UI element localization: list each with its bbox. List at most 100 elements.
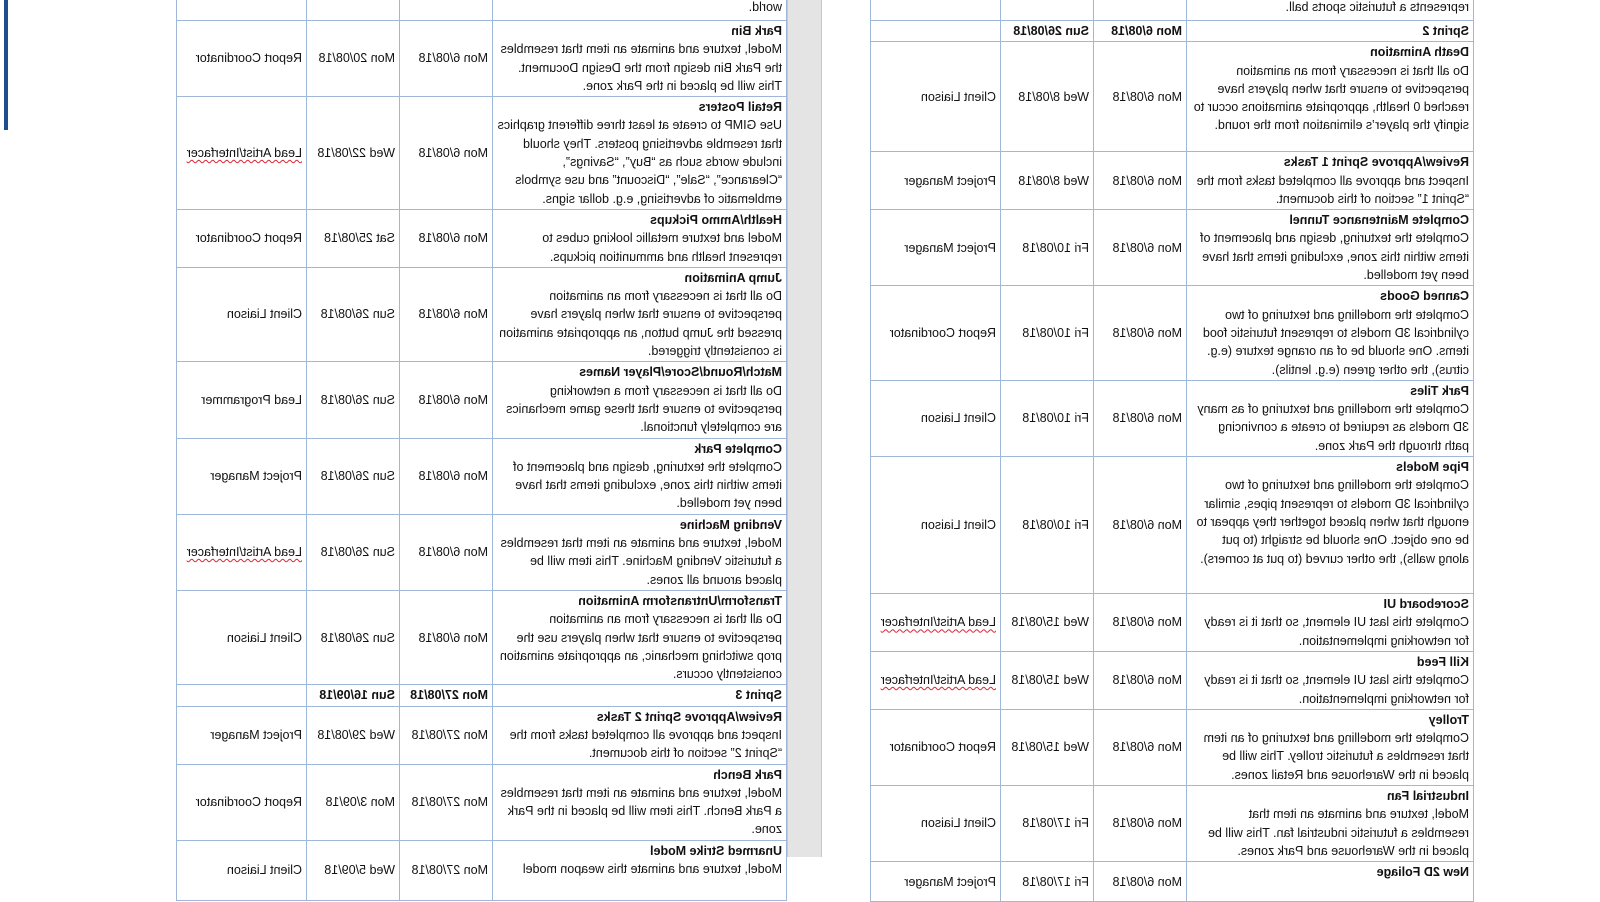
task-title: Match/Round/Score/Player Names [579, 365, 782, 380]
task-description: Complete the modelling and texturing of … [1203, 731, 1469, 782]
role-text: Report Coordinator [195, 51, 302, 66]
end-date: Wed 5/09/18 [306, 840, 400, 901]
role-text: Report Coordinator [889, 325, 996, 340]
role-text: Client Liaison [920, 411, 996, 426]
task-description: Model, texture and animate this weapon m… [522, 862, 782, 877]
task-cell: Match/Round/Score/Player Names Do all tha… [492, 361, 787, 439]
start-date: Mon 27/08/18 [399, 840, 493, 901]
document-viewport: represents a futuristic sports ball. Spri… [0, 0, 1600, 902]
assigned-role: Client Liaison [176, 590, 307, 685]
task-row: Death Animation Do all that is necessary … [870, 41, 1474, 152]
start-date: Mon 6/08/18 [399, 209, 493, 268]
task-description: Complete the texturing, design and place… [1200, 231, 1469, 283]
task-row: Unarmed Strike Model Model, texture and a… [176, 840, 787, 901]
page-gutter [787, 0, 822, 857]
task-title: Retail Posters [698, 100, 782, 115]
start-date: Mon 6/08/18 [399, 96, 493, 210]
task-description: Do all that is necessary from an animati… [1193, 63, 1469, 133]
end-date: Sun 26/08/18 [306, 267, 400, 362]
end-date: Fri 17/08/18 [1000, 785, 1094, 862]
end-date: Mon 3/09/18 [306, 764, 400, 841]
task-cell: Transform/Untransform Animation Do all th… [492, 590, 787, 685]
role-cell [870, 20, 1001, 42]
start-date: Mon 27/08/18 [399, 706, 493, 765]
task-row: Review/Approve Sprint 2 Tasks Inspect and… [176, 706, 787, 765]
start-date: Mon 6/08/18 [1093, 151, 1187, 210]
assigned-role: Client Liaison [176, 267, 307, 362]
role-cell [870, 0, 1001, 21]
task-row: New 2D Foliage Mon 6/08/18 Fri 17/08/18 Pro… [870, 861, 1474, 902]
start-date: Mon 6/08/18 [1093, 209, 1187, 286]
end-date: Wed 15/08/18 [1000, 593, 1094, 652]
task-description: Inspect and approve all completed tasks … [509, 727, 782, 761]
task-title: Review/Approve Sprint 2 Tasks [596, 709, 782, 724]
task-title: Park Tiles [1410, 383, 1469, 398]
start-date: Mon 6/08/18 [1093, 41, 1187, 152]
task-row: Vending Machine Model, texture and animat… [176, 514, 787, 591]
assigned-role: Client Liaison [870, 380, 1001, 457]
start-date: Mon 6/08/18 [1093, 380, 1187, 457]
task-row: Transform/Untransform Animation Do all th… [176, 590, 787, 685]
role-text: Lead Programmer [201, 392, 302, 407]
task-row: Park Bin Model, texture and animate an it… [176, 20, 787, 97]
task-cell: Park Bin Model, texture and animate an it… [492, 20, 787, 97]
task-description: Do all that is necessary from an animati… [499, 612, 782, 682]
task-row: Retail Posters Use GIMP to create at leas… [176, 96, 787, 210]
sprint-start-date: Mon 6/08/18 [1093, 20, 1187, 42]
role-text: Lead Artist/Interfacer [880, 615, 996, 630]
role-text: Project Manager [210, 727, 302, 742]
assigned-role: Project Manager [870, 151, 1001, 210]
table-row: world. [176, 0, 787, 21]
role-text: Lead Artist/Interfacer [880, 673, 996, 688]
end-date: Wed 15/08/18 [1000, 651, 1094, 710]
assigned-role: Project Manager [176, 438, 307, 515]
start-date: Mon 27/08/18 [399, 764, 493, 841]
end-date: Fri 10/08/18 [1000, 285, 1094, 381]
role-text: Project Manager [904, 240, 996, 255]
scrollbar-thumb[interactable] [4, 0, 8, 130]
task-title: Park Bin [731, 24, 782, 38]
task-description: Complete the modelling and texturing of … [1196, 478, 1469, 566]
task-row: Health/Ammo Pickups Model and texture met… [176, 209, 787, 268]
end-date: Wed 15/08/18 [1000, 709, 1094, 786]
assigned-role: Report Coordinator [870, 285, 1001, 381]
task-row: Jump Animation Do all that is necessary f… [176, 267, 787, 362]
task-cell: Vending Machine Model, texture and animat… [492, 514, 787, 591]
end-date: Sun 26/08/18 [306, 590, 400, 685]
start-date: Mon 6/08/18 [399, 438, 493, 515]
row-fragment-text: world. [748, 0, 782, 14]
start-date: Mon 6/08/18 [399, 590, 493, 685]
task-cell: Health/Ammo Pickups Model and texture met… [492, 209, 787, 268]
task-title: Unarmed Strike Model [650, 843, 782, 858]
end-date: Wed 22/08/18 [306, 96, 400, 210]
end-cell [306, 0, 400, 21]
task-cell: Complete Maintenance Tunnel Complete the … [1186, 209, 1474, 286]
end-date: Fri 17/08/18 [1000, 861, 1094, 902]
role-text: Lead Artist/Interfacer [186, 545, 302, 560]
vertical-scrollbar[interactable] [0, 0, 12, 857]
task-cell: Complete Park Complete the texturing, des… [492, 438, 787, 515]
task-description: Inspect and approve all completed tasks … [1196, 173, 1469, 206]
task-title: Complete Maintenance Tunnel [1289, 213, 1469, 228]
end-date: Mon 20/08/18 [306, 20, 400, 97]
document-page: world. Park Bin Model, texture and animate… [0, 0, 787, 901]
task-title: Jump Animation [684, 270, 782, 285]
task-description: Do all that is necessary from an animati… [499, 289, 782, 359]
start-date: Mon 6/08/18 [1093, 861, 1187, 902]
task-row: Canned Goods Complete the modelling and t… [870, 285, 1474, 381]
task-description: Model, texture and animate an item that … [500, 42, 782, 93]
assigned-role: Report Coordinator [870, 709, 1001, 786]
role-text: Client Liaison [226, 630, 302, 645]
task-cell: Trolley Complete the modelling and textur… [1186, 709, 1474, 786]
task-cell: Industrial Fan Model, texture and animate… [1186, 785, 1474, 862]
role-text: Report Coordinator [195, 795, 302, 810]
document-page: represents a futuristic sports ball. Spri… [822, 0, 1600, 902]
end-cell [1000, 0, 1094, 21]
task-title: Health/Ammo Pickups [650, 212, 782, 227]
end-date: Sat 25/08/18 [306, 209, 400, 268]
task-description: Do all that is necessary from a networki… [506, 383, 782, 435]
start-cell [399, 0, 493, 21]
task-title: Pipe Models [1396, 460, 1469, 475]
assigned-role: Lead Artist/Interfacer [176, 96, 307, 210]
end-date: Fri 10/08/18 [1000, 380, 1094, 457]
